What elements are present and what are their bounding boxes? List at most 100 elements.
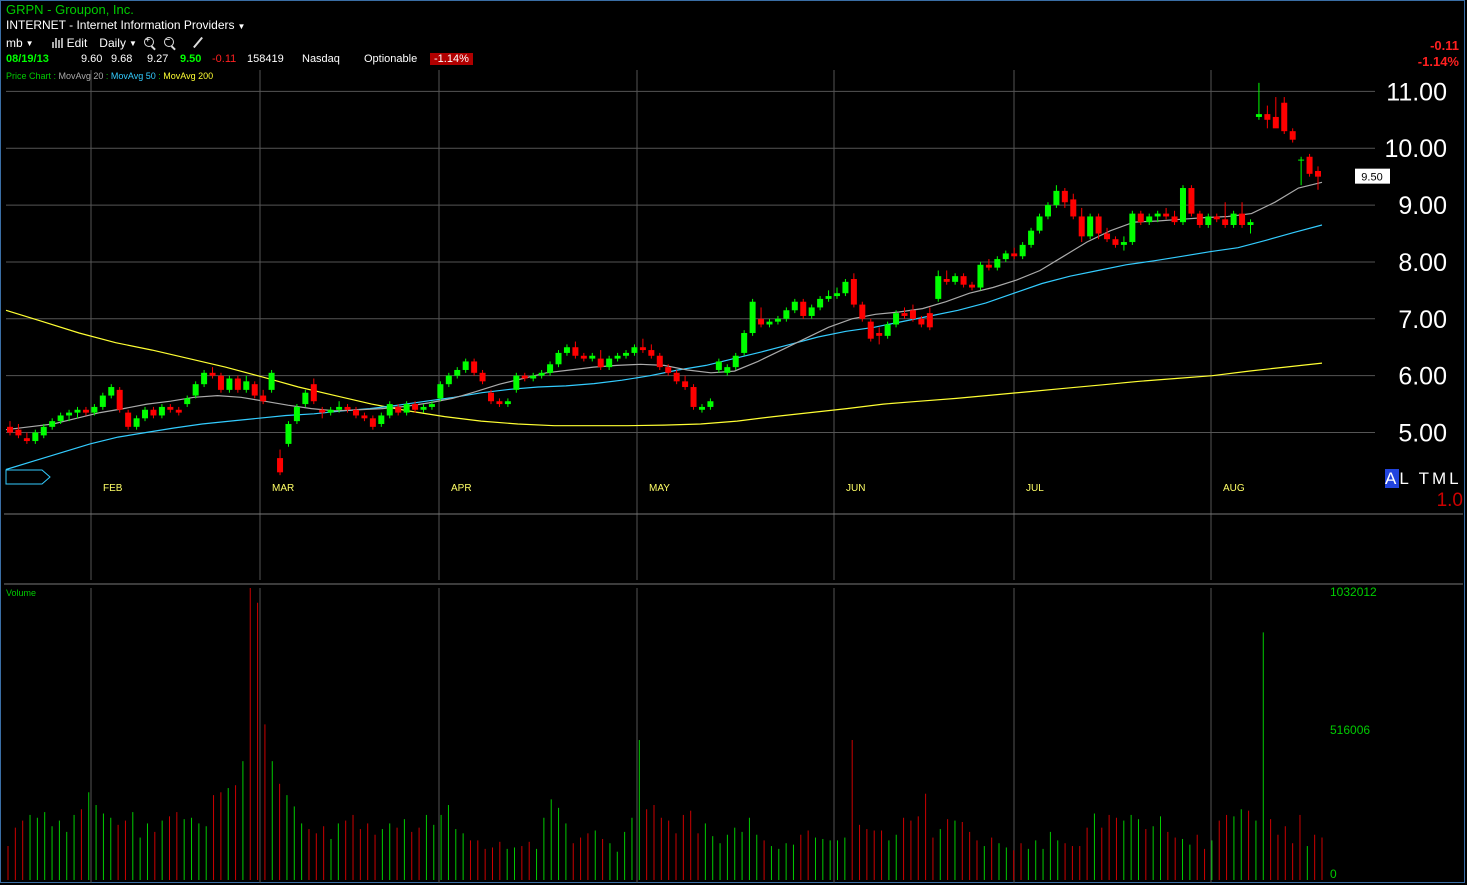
candle-body <box>158 406 165 416</box>
candle-body <box>40 426 47 436</box>
candle-body <box>833 293 840 297</box>
candle-body <box>344 406 351 410</box>
candle-body <box>175 409 182 413</box>
candle-body <box>1087 216 1094 237</box>
candle-body <box>580 355 587 359</box>
y-tick-label: 9.00 <box>1398 192 1447 220</box>
x-tick-label: AUG <box>1223 483 1245 494</box>
candle-body <box>82 409 89 413</box>
candle-body <box>428 404 435 407</box>
candle-body <box>125 412 132 427</box>
x-tick-label: APR <box>451 483 472 494</box>
candle-body <box>293 406 300 422</box>
candle-body <box>1289 131 1296 140</box>
candle-body <box>1188 188 1195 214</box>
candle-body <box>1129 213 1136 243</box>
candle-body <box>234 378 241 390</box>
candle-body <box>555 352 562 365</box>
candle-body <box>1315 170 1321 177</box>
candle-body <box>800 301 807 316</box>
candle-body <box>698 406 705 410</box>
price-volume-chart[interactable]: 11.00 10.00 9.00 8.00 7.00 6.00 5.00 FEB MAR APR M… <box>0 0 1467 885</box>
candle-body <box>1002 253 1009 260</box>
altml-letter: A <box>1385 469 1400 488</box>
candle-body <box>1078 216 1085 237</box>
candle-body <box>985 264 992 268</box>
candle-body <box>471 361 478 373</box>
candle-body <box>352 409 359 416</box>
candle-body <box>412 404 419 410</box>
candle-body <box>538 372 545 376</box>
candle-body <box>1036 216 1043 231</box>
candle-body <box>167 406 174 410</box>
altml-indicator[interactable]: AL TML <box>1385 469 1462 489</box>
candle-body <box>732 355 739 368</box>
volume-tick-label: 0 <box>1330 867 1337 881</box>
candle-body <box>1112 239 1119 245</box>
candle-body <box>1163 213 1170 217</box>
candle-body <box>226 378 233 390</box>
candle-body <box>825 296 832 299</box>
candle-body <box>462 361 469 370</box>
candle-body <box>15 429 22 436</box>
candle-body <box>572 347 579 356</box>
candle-body <box>1222 219 1229 225</box>
candle-body <box>437 384 444 399</box>
candle-body <box>715 361 722 370</box>
candle-body <box>1281 102 1288 132</box>
candle-body <box>631 347 638 353</box>
candle-body <box>639 347 646 351</box>
candle-body <box>108 387 115 396</box>
candle-body <box>302 392 309 405</box>
candle-body <box>243 381 250 390</box>
candle-body <box>1154 213 1161 217</box>
candle-body <box>547 364 554 373</box>
candle-body <box>758 318 765 325</box>
x-tick-label: MAY <box>649 483 670 494</box>
altml-value: 1.0 <box>1436 490 1463 511</box>
candle-body <box>260 395 267 402</box>
candle-body <box>369 418 376 427</box>
candle-body <box>420 406 427 410</box>
candle-body <box>774 318 781 322</box>
candle-body <box>23 438 30 442</box>
candle-body <box>943 279 950 282</box>
candle-body <box>285 423 292 444</box>
candle-body <box>184 398 191 405</box>
candle-body <box>310 384 317 402</box>
candle-body <box>673 372 680 382</box>
candle-body <box>960 276 967 285</box>
candle-body <box>648 350 655 356</box>
candle-body <box>268 372 275 390</box>
candle-body <box>91 406 98 413</box>
candle-body <box>395 406 402 413</box>
candle-body <box>1179 188 1186 223</box>
candle-body <box>918 318 925 325</box>
candle-body <box>623 352 630 356</box>
candle-body <box>66 412 73 416</box>
ma200-line <box>5 309 1323 427</box>
x-tick-label: JUL <box>1026 483 1044 494</box>
candle-body <box>741 333 748 353</box>
y-tick-label: 10.00 <box>1384 135 1447 163</box>
candle-body <box>884 324 891 336</box>
candle-body <box>142 409 149 419</box>
candle-body <box>1196 213 1203 225</box>
candle-body <box>850 279 857 305</box>
candle-body <box>1019 244 1026 257</box>
volume-tick-label: 1032012 <box>1330 585 1377 599</box>
candle-body <box>251 384 258 396</box>
candle-body <box>606 358 613 368</box>
candle-body <box>496 401 503 405</box>
candle-body <box>783 310 790 319</box>
altml-letter: T <box>1418 469 1432 488</box>
altml-letter: L <box>1399 469 1412 488</box>
candle-body <box>116 389 123 410</box>
candle-body <box>656 355 663 368</box>
x-tick-label: MAR <box>272 483 294 494</box>
candle-body <box>909 310 916 319</box>
y-tick-label: 5.00 <box>1398 420 1447 448</box>
candle-body <box>319 409 326 413</box>
candle-body <box>952 276 959 282</box>
candle-body <box>589 355 596 359</box>
